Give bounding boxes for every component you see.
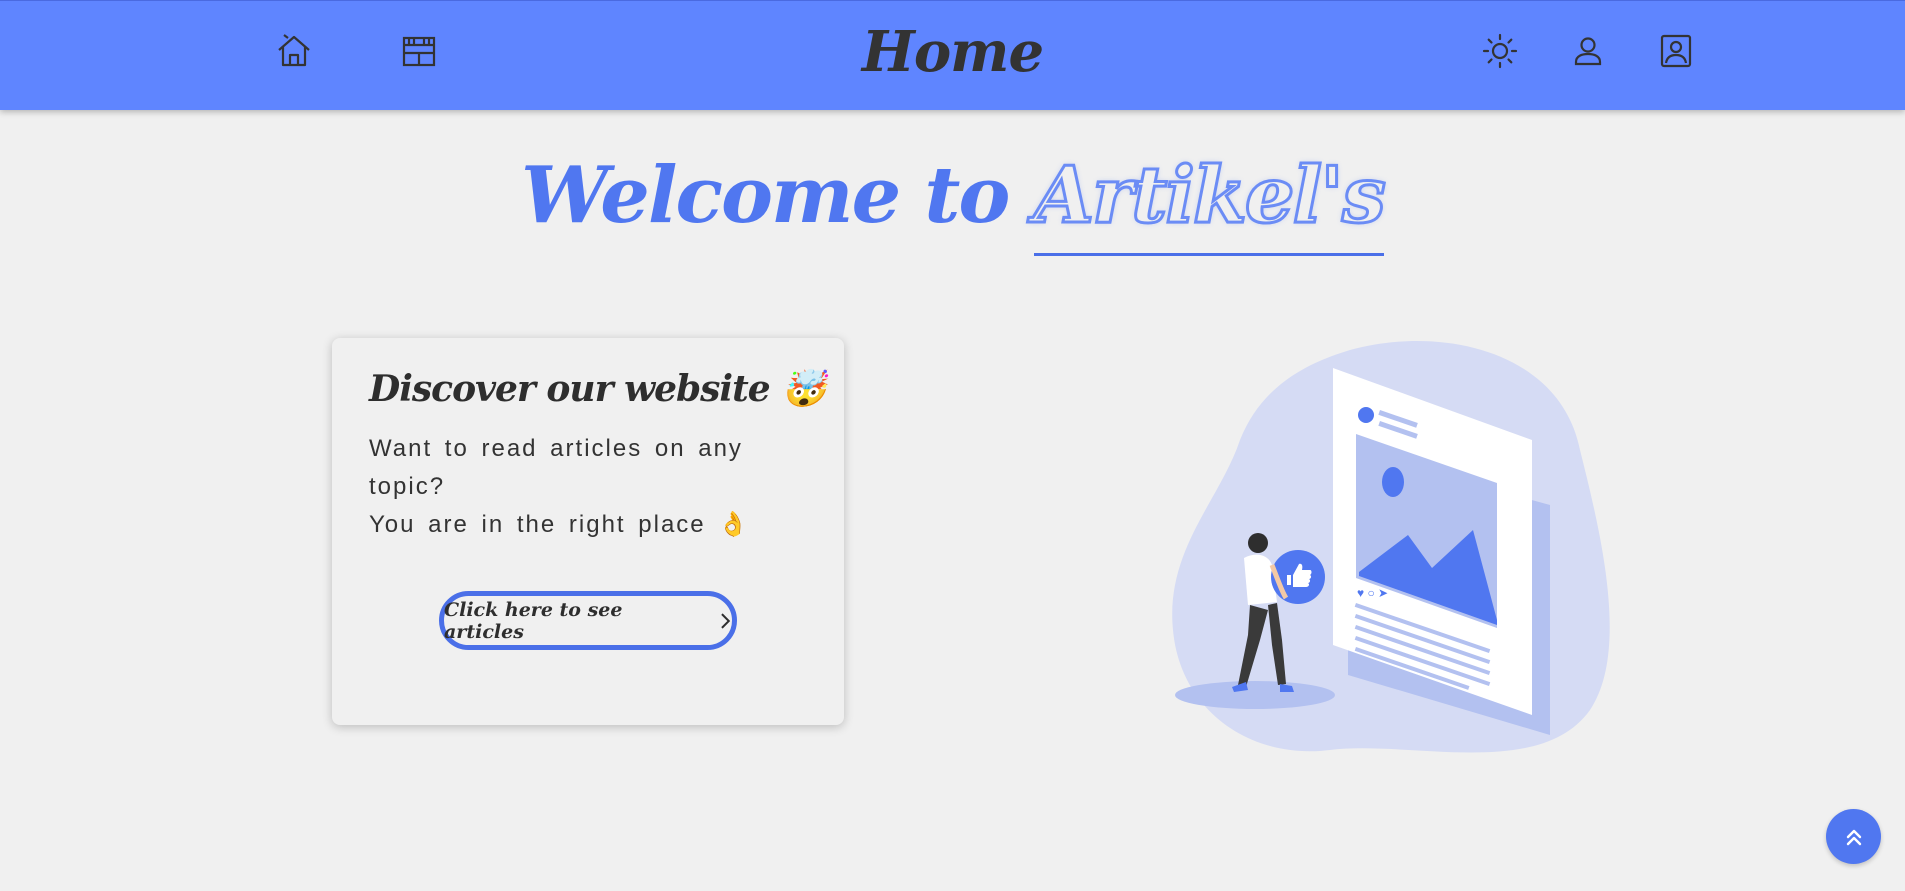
user-icon[interactable] [1566,29,1610,73]
welcome-prefix: Welcome to [521,150,1010,241]
top-navbar: Home [0,0,1905,110]
card-text-line1: Want to read articles on any topic? [369,435,743,500]
card-description: Want to read articles on any topic? You … [369,430,809,544]
scroll-to-top-button[interactable] [1826,809,1881,864]
see-articles-label: Click here to see articles [444,598,623,643]
social-post-illustration: ♥ ○ ➤ [1172,340,1610,753]
discover-card: Discover our website 🤯 Want to read arti… [332,338,844,725]
profile-card-icon[interactable] [1654,29,1698,73]
card-text-line2-wrap: You are in the right place 👌 [369,506,809,544]
chevron-right-icon [721,612,731,629]
welcome-heading: Welcome to Artikel's [0,149,1905,256]
card-title: Discover our website 🤯 [369,368,827,410]
ok-hand-emoji: 👌 [718,511,751,538]
brand-name: Artikel's [1032,149,1387,256]
sun-icon[interactable] [1478,29,1522,73]
see-articles-button[interactable]: Click here to see articles [439,591,737,650]
exploding-head-emoji: 🤯 [781,368,827,410]
svg-text:♥ ○ ➤: ♥ ○ ➤ [1357,586,1388,600]
double-chevron-up-icon [1846,829,1861,845]
page-title: Home [861,19,1044,85]
card-text-line2: You are in the right place [369,511,706,538]
card-title-text: Discover our website [369,368,771,410]
